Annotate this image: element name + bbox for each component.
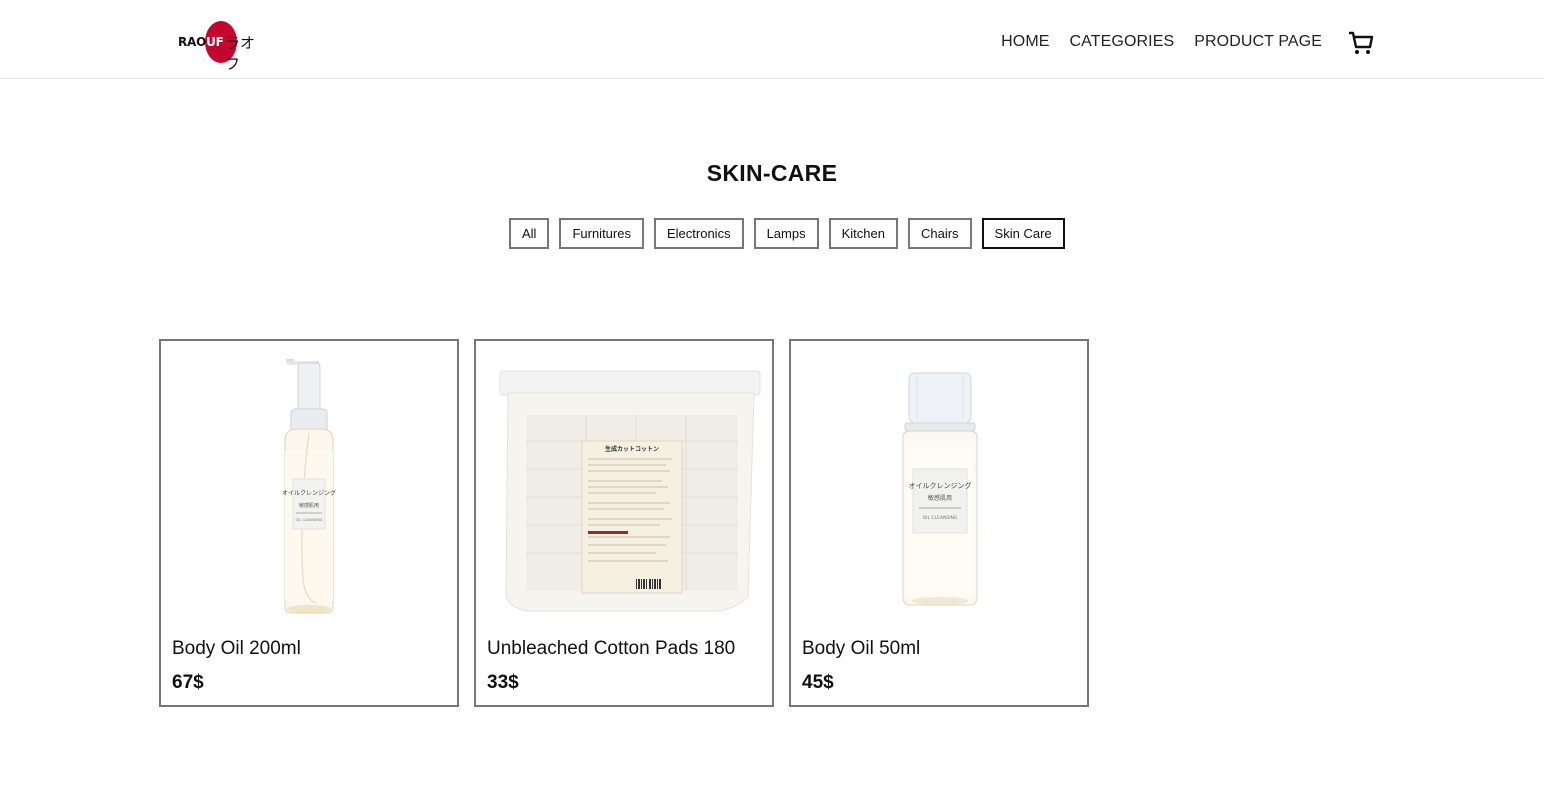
bottle-label-en: OIL CLEANSING: [923, 515, 958, 521]
nav-product-page-link[interactable]: PRODUCT PAGE: [1194, 33, 1322, 51]
filter-electronics-button[interactable]: Electronics: [653, 218, 744, 249]
product-name[interactable]: Body Oil 200ml: [172, 638, 301, 660]
cotton-pads-image: 生成カットコットン: [499, 370, 761, 612]
product-card[interactable]: オイルクレンジング 敏感肌用 OIL CLEANSING Body Oil 20…: [159, 339, 459, 707]
logo-latin-text: RAOUF: [178, 35, 224, 49]
product-name[interactable]: Body Oil 50ml: [802, 638, 920, 660]
product-card[interactable]: オイルクレンジング 敏感肌用 OIL CLEANSING Body Oil 50…: [789, 339, 1089, 707]
main-nav: HOME CATEGORIES PRODUCT PAGE: [1001, 33, 1322, 51]
bottle-label-sub: 敏感肌用: [928, 494, 952, 502]
category-filter-bar: All Furnitures Electronics Lamps Kitchen…: [509, 218, 1065, 249]
bottle-label-en: OIL CLEANSING: [295, 518, 322, 522]
nav-home-link[interactable]: HOME: [1001, 33, 1049, 51]
product-card[interactable]: 生成カットコットン Unbleached Cotton Pads 180 33$: [474, 339, 774, 707]
brand-logo[interactable]: RAOUF ラオフ: [178, 21, 262, 73]
filter-all-button[interactable]: All: [509, 218, 550, 249]
bottle-label-jp: オイルクレンジング: [282, 489, 336, 497]
filter-skin-care-button[interactable]: Skin Care: [981, 218, 1065, 249]
filter-chairs-button[interactable]: Chairs: [907, 218, 972, 249]
shopping-cart-icon[interactable]: [1348, 30, 1374, 56]
body-oil-200ml-image: オイルクレンジング 敏感肌用 OIL CLEANSING: [282, 359, 336, 614]
bottle-label-sub: 敏感肌用: [299, 502, 319, 509]
product-price: 33$: [487, 672, 519, 693]
filter-lamps-button[interactable]: Lamps: [753, 218, 819, 249]
product-price: 45$: [802, 672, 834, 693]
logo-japanese-text: ラオフ: [225, 34, 256, 73]
nav-categories-link[interactable]: CATEGORIES: [1070, 33, 1175, 51]
filter-furnitures-button[interactable]: Furnitures: [559, 218, 644, 249]
body-oil-50ml-image: オイルクレンジング 敏感肌用 OIL CLEANSING: [902, 372, 978, 606]
pads-label-jp: 生成カットコットン: [605, 445, 659, 453]
top-navbar: RAOUF ラオフ HOME CATEGORIES PRODUCT PAGE: [0, 0, 1544, 79]
product-name[interactable]: Unbleached Cotton Pads 180: [487, 638, 735, 660]
product-price: 67$: [172, 672, 204, 693]
filter-kitchen-button[interactable]: Kitchen: [828, 218, 898, 249]
bottle-label-jp: オイルクレンジング: [909, 481, 972, 490]
page-title: SKIN-CARE: [706, 160, 838, 186]
